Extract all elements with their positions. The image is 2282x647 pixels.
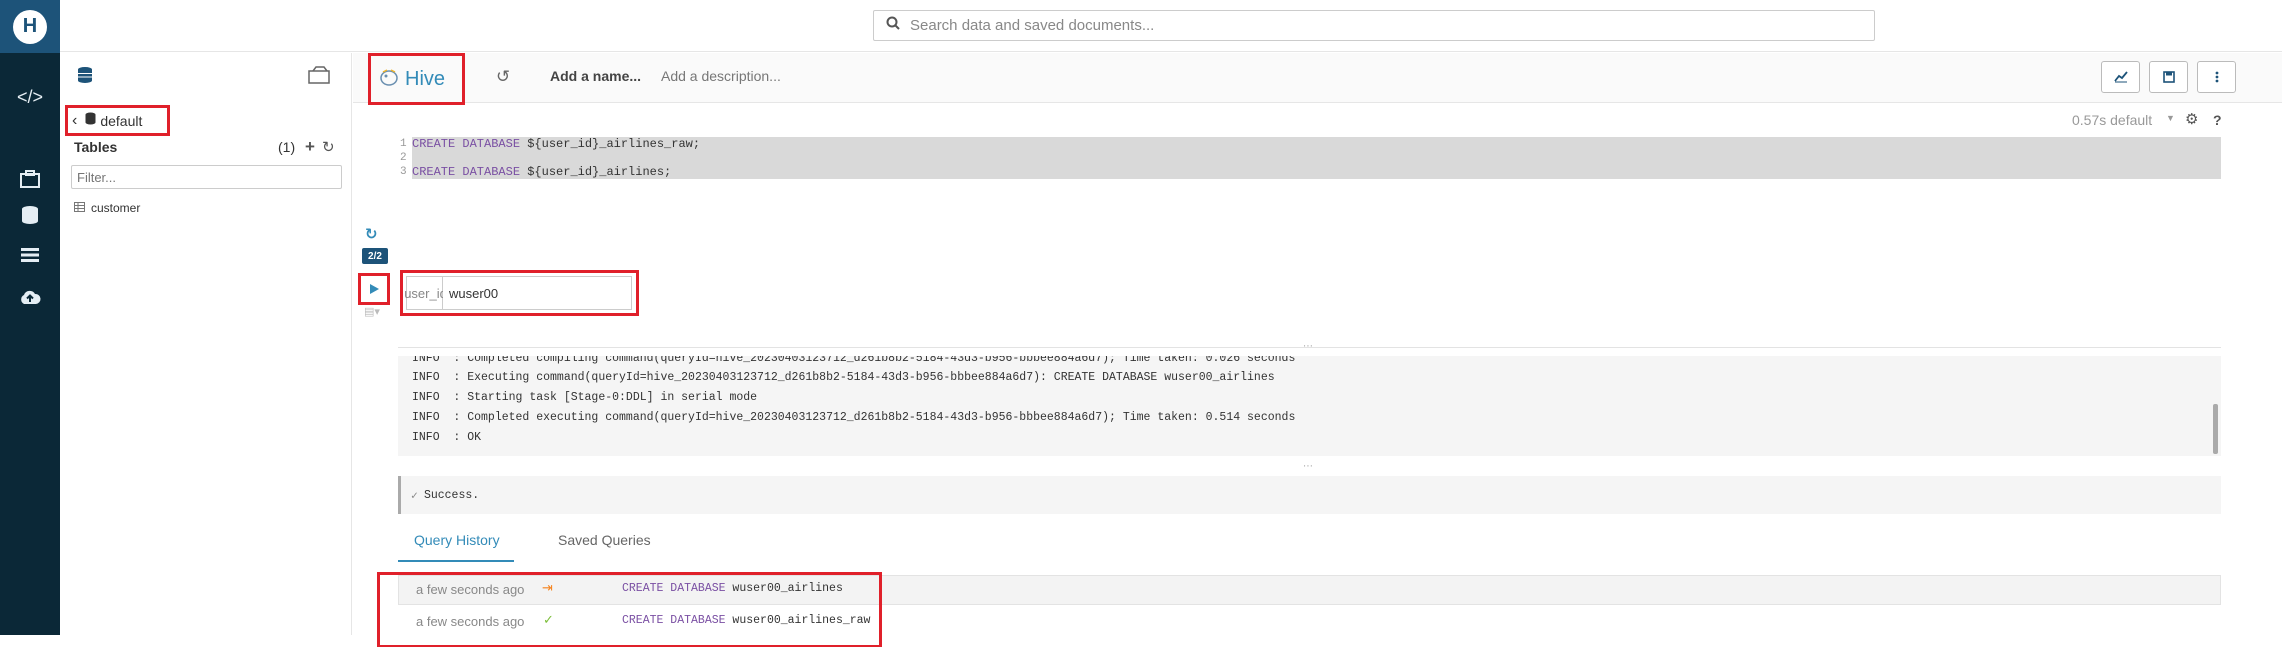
resize-handle[interactable]: ⋯ [1303,341,1313,352]
log-scrollbar[interactable] [2213,404,2218,454]
sql-text: wuser00_airlines [725,582,843,595]
settings-gear-icon[interactable]: ⚙ [2185,110,2198,128]
sql-keyword: CREATE DATABASE [412,165,521,179]
running-icon: ⇥ [542,580,553,595]
log-line: INFO : Starting task [Stage-0:DDL] in se… [412,391,758,404]
table-icon [74,199,85,217]
database-icon[interactable] [19,204,41,226]
code-editor[interactable]: 1 CREATE DATABASE ${user_id}_airlines_ra… [398,137,2221,223]
table-name: customer [91,201,141,215]
sql-text: wuser00_airlines_raw [725,614,871,627]
sql-text: ${user_id}_airlines; [520,165,672,179]
add-table-icon[interactable]: + [305,137,315,157]
search-placeholder: Search data and saved documents... [910,17,1155,34]
sql-keyword: CREATE DATABASE [622,614,726,627]
variable-panel: user_id [400,270,639,316]
sql-keyword: CREATE DATABASE [622,582,726,595]
log-line: INFO : OK [412,431,482,444]
format-menu-icon[interactable]: ▤▾ [364,305,380,318]
log-line: INFO : Completed executing command(query… [412,411,1296,424]
assist-panel: ‹ default Tables (1) + ↻ customer [60,53,352,635]
cloud-upload-icon[interactable] [19,286,41,308]
search-icon [886,16,900,35]
success-message: ✓ Success. [398,476,2221,514]
line-number: 3 [400,166,407,178]
query-name-field[interactable]: Add a name... [550,68,641,84]
line-number: 1 [400,138,407,150]
execution-time-context[interactable]: 0.57s default [2072,112,2152,128]
dialect-selector[interactable]: Hive [368,53,465,105]
editor-header: Hive ↺ Add a name... Add a description..… [353,53,2282,105]
execute-button[interactable] [358,273,390,305]
tables-heading: Tables [74,139,118,155]
history-query[interactable]: CREATE DATABASE wuser00_airlines_raw [622,614,870,627]
dialect-label: Hive [405,67,446,90]
left-nav-rail: H </> [0,0,60,635]
tab-saved-queries[interactable]: Saved Queries [558,532,651,548]
code-line: 1 CREATE DATABASE ${user_id}_airlines_ra… [398,137,2221,151]
log-line: INFO : Executing command(queryId=hive_20… [412,371,1275,384]
documents-icon[interactable] [308,66,330,89]
refresh-icon[interactable]: ↻ [365,225,378,243]
active-tab-underline [398,560,514,562]
chevron-down-icon[interactable]: ▼ [2166,113,2175,123]
play-icon [370,284,379,294]
code-editor-icon[interactable]: </> [17,86,43,108]
hive-icon [379,68,399,91]
code-line: 2 [398,151,2221,165]
help-icon[interactable]: ? [2213,112,2222,128]
database-icon[interactable] [77,66,93,89]
tab-query-history[interactable]: Query History [414,532,500,548]
hue-logo[interactable]: H [0,0,60,53]
more-options-button[interactable] [2197,61,2236,93]
success-check-icon: ✓ [543,612,554,627]
database-icon [85,112,96,130]
tables-filter-input[interactable] [71,165,342,189]
history-query[interactable]: CREATE DATABASE wuser00_airlines [622,582,843,595]
table-item[interactable]: customer [74,199,140,217]
history-icon[interactable]: ↺ [496,67,510,87]
sql-keyword: CREATE DATABASE [412,137,521,151]
success-text: Success. [423,488,480,502]
tables-count: (1) [278,139,296,155]
documents-icon[interactable] [19,168,41,190]
refresh-icon[interactable]: ↻ [322,138,335,156]
sql-text: ${user_id}_airlines_raw; [520,137,701,151]
jobs-icon[interactable] [19,244,41,266]
statement-counter-badge: 2/2 [362,248,388,264]
save-button[interactable] [2149,61,2188,93]
code-line: 3 CREATE DATABASE ${user_id}_airlines; [398,165,2221,179]
top-bar: Search data and saved documents... [60,0,2282,52]
database-name: default [100,112,143,129]
resize-handle[interactable]: ⋯ [1303,461,1313,472]
check-icon: ✓ [411,489,418,503]
chart-button[interactable] [2101,61,2140,93]
history-time: a few seconds ago [416,582,525,597]
line-number: 2 [400,152,407,164]
log-line: INFO : Completed compiling command(query… [412,356,1296,365]
variable-label: user_id [404,277,447,309]
query-description-field[interactable]: Add a description... [661,68,781,84]
execution-log: INFO : Completed compiling command(query… [398,356,2221,456]
variable-value-input[interactable] [443,277,623,309]
global-search-input[interactable]: Search data and saved documents... [873,10,1875,41]
back-chevron-icon[interactable]: ‹ [72,112,77,130]
database-breadcrumb[interactable]: ‹ default [65,105,170,136]
history-time: a few seconds ago [416,614,525,629]
